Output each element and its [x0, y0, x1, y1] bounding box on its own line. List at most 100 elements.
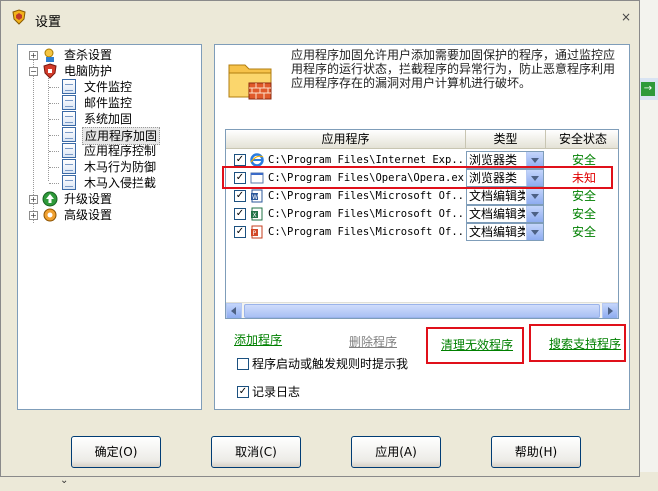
tree-item-label: 查杀设置: [64, 48, 113, 62]
page-icon: [62, 95, 76, 110]
window-title: 设置: [35, 15, 62, 30]
tree-item-trojan-defense[interactable]: 木马行为防御: [18, 159, 198, 175]
tree-guide-line: [49, 103, 59, 104]
tree-item-upgrade-settings[interactable]: + 升级设置: [18, 191, 198, 207]
page-icon: [62, 79, 76, 94]
table-row[interactable]: ✓ W C:\Program Files\Microsoft Of... 文档编…: [226, 187, 618, 205]
svg-text:X: X: [253, 212, 257, 219]
expand-icon[interactable]: +: [29, 195, 38, 204]
chevron-down-icon[interactable]: [526, 206, 543, 222]
app-path: C:\Program Files\Microsoft Of...: [268, 190, 464, 202]
tree-guide-line: [49, 119, 59, 120]
tree-item-system-hardening[interactable]: 系统加固: [18, 111, 198, 127]
tree-item-label: 文件监控: [84, 80, 133, 94]
type-dropdown[interactable]: 文档编辑类: [466, 205, 544, 223]
title-bar[interactable]: 设置 ×: [1, 1, 639, 35]
tree-item-app-hardening[interactable]: 应用程序加固: [18, 127, 198, 145]
prompt-checkbox[interactable]: [237, 358, 249, 370]
status-text: 安全: [571, 189, 596, 203]
tree-guide-line: [49, 151, 59, 152]
tree-item-label: 高级设置: [64, 208, 113, 222]
prompt-label: 程序启动或触发规则时提示我: [252, 357, 409, 371]
upgrade-icon: [42, 191, 58, 207]
internet-explorer-icon: [250, 153, 264, 167]
status-text: 安全: [571, 207, 596, 221]
tree-item-pc-protection[interactable]: − 电脑防护: [18, 63, 198, 79]
app-path: C:\Program Files\Microsoft Of...: [268, 208, 464, 220]
app-list[interactable]: 应用程序 类型 安全状态 ✓ C:\Program Files\Internet…: [225, 129, 619, 319]
tree-guide-line: [49, 87, 59, 88]
tree-item-label: 升级设置: [64, 192, 113, 206]
tree-item-trojan-intrusion-block[interactable]: 木马入侵拦截: [18, 175, 198, 191]
ok-button[interactable]: 确定(O): [71, 436, 161, 468]
row-checkbox[interactable]: ✓: [234, 208, 246, 220]
scroll-right-icon[interactable]: [602, 303, 618, 318]
row-checkbox[interactable]: ✓: [234, 190, 246, 202]
shield-app-icon: [12, 9, 26, 25]
tree-guide-line: [49, 183, 59, 184]
tree-guide-line: [49, 135, 59, 136]
type-value: 文档编辑类: [469, 207, 525, 221]
app-path: C:\Program Files\Microsoft Of...: [268, 226, 464, 238]
type-dropdown[interactable]: 文档编辑类: [466, 187, 544, 205]
app-hardening-panel: 应用程序加固允许用户添加需要加固保护的程序，通过监控应用程序的运行状态，拦截程序…: [214, 44, 630, 410]
settings-tree: + 查杀设置 − 电脑防护 文件监控 邮件监控 系统加固 应用程序加固 应用程序…: [17, 44, 202, 410]
help-button[interactable]: 帮助(H): [491, 436, 581, 468]
expand-icon[interactable]: +: [29, 51, 38, 60]
folder-firewall-icon: [228, 64, 272, 100]
page-icon: [62, 127, 76, 142]
background-arrow-icon: →: [641, 82, 655, 96]
tree-item-label: 木马入侵拦截: [84, 176, 157, 190]
protection-icon: [43, 63, 57, 79]
delete-program-link[interactable]: 删除程序: [349, 333, 397, 350]
page-icon: [62, 143, 76, 158]
tree-item-label: 邮件监控: [84, 96, 133, 110]
tree-item-label: 电脑防护: [64, 64, 113, 78]
tree-item-label: 应用程序控制: [84, 144, 157, 158]
svg-text:P: P: [253, 230, 257, 237]
page-icon: [62, 111, 76, 126]
type-value: 文档编辑类: [469, 189, 525, 203]
column-header-application[interactable]: 应用程序: [226, 130, 466, 149]
page-icon: [62, 159, 76, 174]
tree-item-app-control[interactable]: 应用程序控制: [18, 143, 198, 159]
row-checkbox[interactable]: ✓: [234, 154, 246, 166]
advanced-gear-icon: [43, 208, 57, 222]
panel-description: 应用程序加固允许用户添加需要加固保护的程序，通过监控应用程序的运行状态，拦截程序…: [291, 48, 616, 90]
collapse-icon[interactable]: −: [29, 67, 38, 76]
scrollbar-thumb[interactable]: [244, 304, 600, 318]
background-window-edge: →: [638, 0, 658, 491]
add-program-link[interactable]: 添加程序: [234, 331, 282, 348]
tree-item-advanced-settings[interactable]: + 高级设置: [18, 207, 198, 223]
scan-settings-icon: [44, 48, 54, 62]
page-icon: [62, 175, 76, 190]
svg-text:W: W: [252, 194, 258, 201]
log-checkbox[interactable]: ✓: [237, 386, 249, 398]
tree-item-label: 系统加固: [84, 112, 133, 126]
chevron-down-icon[interactable]: [526, 188, 543, 204]
horizontal-scrollbar[interactable]: [226, 302, 618, 318]
highlight-box-search: [529, 324, 626, 362]
column-header-type[interactable]: 类型: [466, 130, 546, 149]
table-row[interactable]: ✓ X C:\Program Files\Microsoft Of... 文档编…: [226, 205, 618, 223]
tree-item-scan-settings[interactable]: + 查杀设置: [18, 47, 198, 63]
scroll-left-icon[interactable]: [226, 303, 242, 318]
column-header-status[interactable]: 安全状态: [546, 130, 618, 149]
type-dropdown[interactable]: 文档编辑类: [466, 223, 544, 241]
settings-dialog: 设置 × + 查杀设置 − 电脑防护 文件监控 邮件监控 系统加固 应用程序加固…: [0, 0, 640, 477]
log-label: 记录日志: [252, 385, 301, 399]
chevron-down-icon[interactable]: [526, 224, 543, 240]
table-row[interactable]: ✓ P C:\Program Files\Microsoft Of... 文档编…: [226, 223, 618, 241]
expand-icon[interactable]: +: [29, 211, 38, 220]
apply-button[interactable]: 应用(A): [351, 436, 441, 468]
tree-item-mail-monitor[interactable]: 邮件监控: [18, 95, 198, 111]
close-button[interactable]: ×: [621, 11, 631, 23]
status-text: 安全: [571, 225, 596, 239]
tree-item-label: 木马行为防御: [84, 160, 157, 174]
row-checkbox[interactable]: ✓: [234, 226, 246, 238]
tree-item-file-monitor[interactable]: 文件监控: [18, 79, 198, 95]
type-value: 文档编辑类: [469, 225, 525, 239]
word-icon: W: [251, 189, 263, 203]
cancel-button[interactable]: 取消(C): [211, 436, 301, 468]
powerpoint-icon: P: [251, 225, 263, 239]
